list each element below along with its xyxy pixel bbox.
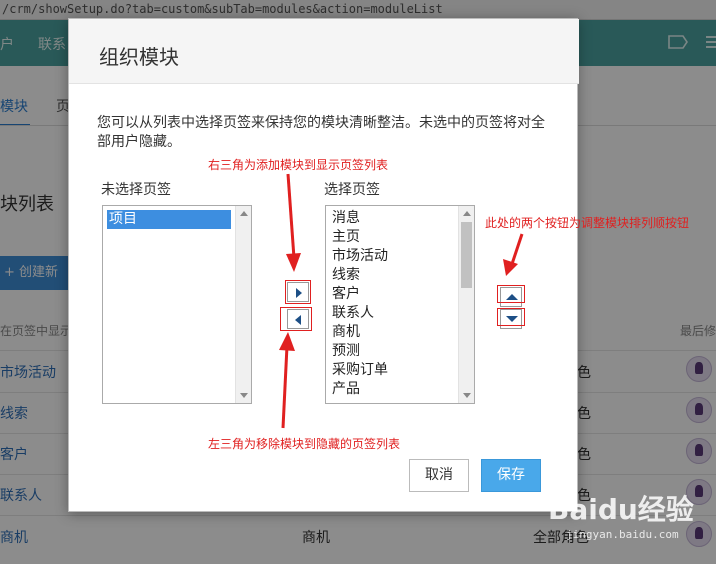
annotation-highlight-box [497,285,525,303]
annotation-right-arrow-note: 右三角为添加模块到显示页签列表 [208,158,389,172]
unselected-tabs-label: 未选择页签 [101,182,171,198]
scroll-down-icon[interactable] [240,393,248,398]
watermark-url: jingyan.baidu.com [566,528,679,541]
list-item[interactable]: 联系人 [330,304,374,323]
save-button[interactable]: 保存 [481,459,541,492]
annotation-highlight-box [280,307,312,331]
list-item[interactable]: 主页 [330,228,360,247]
annotation-left-arrow-note: 左三角为移除模块到隐藏的页签列表 [208,437,401,451]
dialog-title: 组织模块 [99,45,179,69]
list-item[interactable]: 预测 [330,342,360,361]
list-item[interactable]: 消息 [330,209,360,228]
scrollbar[interactable] [458,206,474,403]
scroll-thumb[interactable] [461,222,472,288]
list-item[interactable]: 项目 [107,210,231,229]
scrollbar[interactable] [235,206,251,403]
baidu-jingyan-watermark: Baidu经验 jingyan.baidu.com [548,488,716,558]
watermark-brand: Baidu经验 [548,493,694,526]
cancel-button[interactable]: 取消 [409,459,469,492]
scroll-down-icon[interactable] [463,393,471,398]
list-item[interactable]: 线索 [330,266,360,285]
list-item[interactable]: 市场活动 [330,247,388,266]
scroll-up-icon[interactable] [463,211,471,216]
list-item[interactable]: 商机 [330,323,360,342]
dialog-header: 组织模块 [69,19,579,84]
selected-tabs-listbox[interactable]: 消息 主页 市场活动 线索 客户 联系人 商机 预测 采购订单 产品 [325,205,475,404]
scroll-up-icon[interactable] [240,211,248,216]
annotation-highlight-box [285,280,311,304]
annotation-updown-note: 此处的两个按钮为调整模块排列顺按钮 [485,216,690,230]
list-item[interactable]: 采购订单 [330,361,388,380]
annotation-highlight-box [497,308,525,326]
list-item[interactable]: 客户 [330,285,360,304]
dialog-description: 您可以从列表中选择页签来保持您的模块清晰整洁。未选中的页签将对全部用户隐藏。 [97,115,545,150]
selected-tabs-label: 选择页签 [324,182,380,198]
list-item[interactable]: 产品 [330,380,360,399]
unselected-tabs-listbox[interactable]: 项目 [102,205,252,404]
